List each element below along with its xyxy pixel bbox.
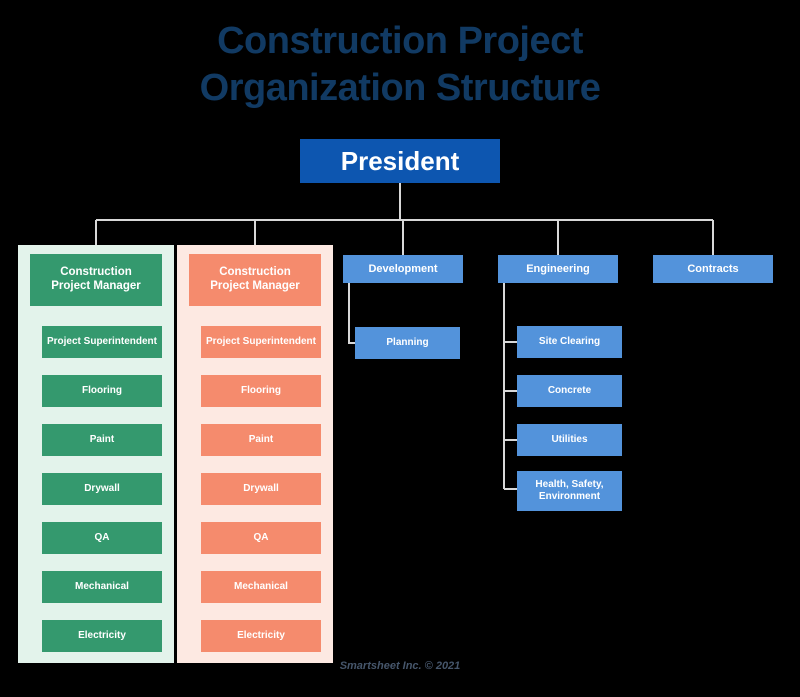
node-contracts[interactable]: Contracts <box>653 255 773 283</box>
node-site-clearing[interactable]: Site Clearing <box>517 326 622 358</box>
node-engineering[interactable]: Engineering <box>498 255 618 283</box>
node-development[interactable]: Development <box>343 255 463 283</box>
node-green-mechanical[interactable]: Mechanical <box>42 571 162 603</box>
node-pink-flooring[interactable]: Flooring <box>201 375 321 407</box>
node-health-safety-environment[interactable]: Health, Safety, Environment <box>517 471 622 511</box>
node-pink-paint[interactable]: Paint <box>201 424 321 456</box>
footer-credit: Smartsheet Inc. © 2021 <box>339 660 461 672</box>
node-green-project-superintendent[interactable]: Project Superintendent <box>42 326 162 358</box>
node-green-drywall[interactable]: Drywall <box>42 473 162 505</box>
node-pink-qa[interactable]: QA <box>201 522 321 554</box>
node-planning[interactable]: Planning <box>355 327 460 359</box>
node-pink-construction-project-manager[interactable]: Construction Project Manager <box>189 254 321 306</box>
node-pink-electricity[interactable]: Electricity <box>201 620 321 652</box>
node-green-paint[interactable]: Paint <box>42 424 162 456</box>
node-pink-drywall[interactable]: Drywall <box>201 473 321 505</box>
node-president[interactable]: President <box>300 139 500 183</box>
node-green-qa[interactable]: QA <box>42 522 162 554</box>
node-green-flooring[interactable]: Flooring <box>42 375 162 407</box>
node-concrete[interactable]: Concrete <box>517 375 622 407</box>
node-utilities[interactable]: Utilities <box>517 424 622 456</box>
node-green-electricity[interactable]: Electricity <box>42 620 162 652</box>
node-green-construction-project-manager[interactable]: Construction Project Manager <box>30 254 162 306</box>
node-pink-mechanical[interactable]: Mechanical <box>201 571 321 603</box>
node-pink-project-superintendent[interactable]: Project Superintendent <box>201 326 321 358</box>
